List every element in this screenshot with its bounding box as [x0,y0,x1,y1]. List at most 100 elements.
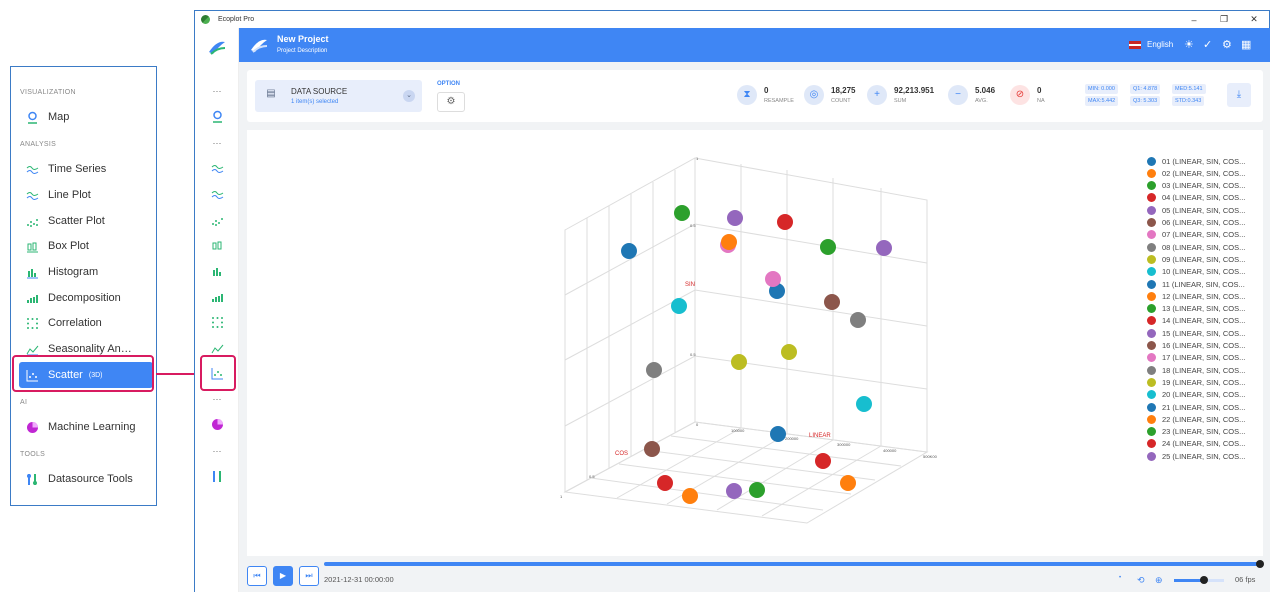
language-label: English [1147,40,1174,49]
legend-item[interactable]: 22 (LINEAR, SIN, COS... [1147,413,1245,425]
menu-item-datasource-tools[interactable]: Datasource Tools [25,468,155,490]
legend-item[interactable]: 11 (LINEAR, SIN, COS... [1147,278,1245,290]
legend-item[interactable]: 12 (LINEAR, SIN, COS... [1147,290,1245,302]
legend-item[interactable]: 06 (LINEAR, SIN, COS... [1147,217,1245,229]
sidebar-decomposition-icon[interactable] [195,291,239,304]
legend-item[interactable]: 14 (LINEAR, SIN, COS... [1147,315,1245,327]
legend-item[interactable]: 07 (LINEAR, SIN, COS... [1147,229,1245,241]
close-button[interactable]: ✕ [1239,11,1269,28]
legend-item[interactable]: 16 (LINEAR, SIN, COS... [1147,340,1245,352]
scatter-point[interactable] [850,312,866,328]
sidebar-more-icon[interactable]: ··· [195,138,239,148]
legend-item[interactable]: 04 (LINEAR, SIN, COS... [1147,192,1245,204]
sidebar-more-icon[interactable]: ··· [195,446,239,456]
check-circle-icon[interactable]: ✓ [1203,38,1212,51]
chevron-down-icon[interactable]: ⌄ [403,90,415,102]
project-title[interactable]: New Project [277,34,329,44]
menu-item-map[interactable]: Map [25,106,155,128]
legend-item[interactable]: 17 (LINEAR, SIN, COS... [1147,352,1245,364]
minimize-button[interactable]: – [1179,11,1209,28]
menu-item-time-series[interactable]: Time Series [25,158,155,180]
sidebar-time-series-icon[interactable] [195,162,239,175]
scatter-point[interactable] [726,483,742,499]
sidebar-seasonality-icon[interactable] [195,342,239,355]
legend-item[interactable]: 03 (LINEAR, SIN, COS... [1147,180,1245,192]
speed-slider[interactable] [1174,576,1224,584]
scatter-point[interactable] [671,298,687,314]
scatter-point[interactable] [765,271,781,287]
scatter-point[interactable] [657,475,673,491]
legend-item[interactable]: 20 (LINEAR, SIN, COS... [1147,389,1245,401]
scatter-point[interactable] [781,344,797,360]
scatter-point[interactable] [644,441,660,457]
scatter-point[interactable] [770,426,786,442]
option-button[interactable]: ⚙ [437,92,465,112]
scatter-point[interactable] [682,488,698,504]
scatter-point[interactable] [731,354,747,370]
scatter-point[interactable] [824,294,840,310]
legend-item[interactable]: 15 (LINEAR, SIN, COS... [1147,327,1245,339]
legend-item[interactable]: 10 (LINEAR, SIN, COS... [1147,266,1245,278]
skip-forward-button[interactable]: ⏭ [299,566,319,586]
speed-icon[interactable]: ⊕ [1155,575,1163,586]
legend-item[interactable]: 18 (LINEAR, SIN, COS... [1147,364,1245,376]
legend-item[interactable]: 09 (LINEAR, SIN, COS... [1147,253,1245,265]
legend-item[interactable]: 25 (LINEAR, SIN, COS... [1147,450,1245,462]
sidebar-logo-icon[interactable] [195,38,239,56]
sidebar-line-plot-icon[interactable] [195,188,239,201]
loop-icon[interactable]: ⟲ [1137,575,1145,586]
sidebar-box-plot-icon[interactable] [195,239,239,252]
menu-item-box-plot[interactable]: Box Plot [25,235,155,257]
grid-icon[interactable]: ▦ [1241,38,1251,51]
scatter-point[interactable] [820,239,836,255]
scatter-3d-chart[interactable]: 1 0.5 0.5 0 1 0.5 100000 200000 300000 4… [247,130,947,556]
scatter-point[interactable] [621,243,637,259]
scatter-point[interactable] [876,240,892,256]
download-button[interactable]: ⤓ [1227,83,1251,107]
sidebar-more-icon[interactable]: ··· [195,394,239,404]
legend-item[interactable]: 19 (LINEAR, SIN, COS... [1147,376,1245,388]
timeline-slider[interactable] [324,560,1264,568]
plot-area[interactable]: 1 0.5 0.5 0 1 0.5 100000 200000 300000 4… [247,130,1263,556]
sidebar-scatter-plot-icon[interactable] [195,214,239,227]
legend-item[interactable]: 23 (LINEAR, SIN, COS... [1147,426,1245,438]
menu-item-machine-learning[interactable]: Machine Learning [25,416,155,438]
scatter-point[interactable] [749,482,765,498]
legend-item[interactable]: 24 (LINEAR, SIN, COS... [1147,438,1245,450]
legend-item[interactable]: 08 (LINEAR, SIN, COS... [1147,241,1245,253]
menu-item-correlation[interactable]: Correlation [25,312,155,334]
sidebar-correlation-icon[interactable] [195,316,239,329]
skip-back-button[interactable]: ⏮ [247,566,267,586]
scatter-point[interactable] [856,396,872,412]
sidebar-more-icon[interactable]: ··· [195,86,239,96]
scatter-point[interactable] [727,210,743,226]
menu-item-scatter-plot[interactable]: Scatter Plot [25,210,155,232]
legend-item[interactable]: 13 (LINEAR, SIN, COS... [1147,303,1245,315]
menu-item-decomposition[interactable]: Decomposition [25,287,155,309]
sidebar-histogram-icon[interactable] [195,265,239,278]
language-selector[interactable]: English [1129,40,1173,49]
sidebar-tools-icon[interactable] [195,470,239,483]
play-button[interactable]: ▶ [273,566,293,586]
menu-item-histogram[interactable]: Histogram [25,261,155,283]
legend-item[interactable]: 21 (LINEAR, SIN, COS... [1147,401,1245,413]
project-description[interactable]: Project Description [277,48,327,54]
scatter-point[interactable] [815,453,831,469]
legend-item[interactable]: 05 (LINEAR, SIN, COS... [1147,204,1245,216]
legend-item[interactable]: 02 (LINEAR, SIN, COS... [1147,167,1245,179]
gear-icon[interactable]: ⚙ [1222,38,1232,51]
scatter-point[interactable] [840,475,856,491]
scatter-point[interactable] [674,205,690,221]
sun-icon[interactable]: ☀ [1184,38,1194,51]
timeline-handle[interactable] [1256,560,1264,568]
data-source-selector[interactable]: ▤ DATA SOURCE 1 item(s) selected ⌄ [255,80,422,112]
legend-item[interactable]: 01 (LINEAR, SIN, COS... [1147,155,1245,167]
scatter-point[interactable] [777,214,793,230]
sidebar-machine-learning-icon[interactable] [195,418,239,431]
speed-handle[interactable] [1200,576,1208,584]
menu-item-line-plot[interactable]: Line Plot [25,184,155,206]
scatter-point[interactable] [646,362,662,378]
sidebar-map-icon[interactable] [195,110,239,123]
restore-button[interactable]: ❐ [1209,11,1239,28]
scatter-point[interactable] [721,234,737,250]
